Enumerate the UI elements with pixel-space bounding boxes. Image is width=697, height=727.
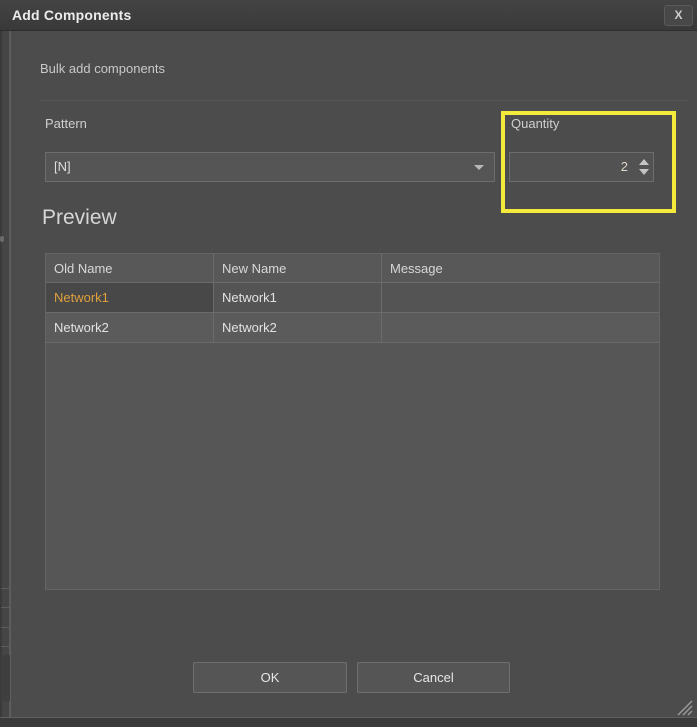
background-divider — [1, 646, 9, 647]
background-divider — [1, 627, 9, 628]
table-row[interactable]: Network2 Network2 — [46, 313, 659, 343]
cell-old-name[interactable]: Network2 — [46, 313, 214, 343]
column-header-new-name[interactable]: New Name — [214, 254, 382, 283]
chevron-down-icon — [474, 165, 484, 170]
spin-up-button[interactable] — [639, 159, 649, 165]
background-label-fragment — [0, 236, 4, 242]
column-header-message[interactable]: Message — [382, 254, 659, 283]
quantity-value: 2 — [510, 153, 635, 181]
window-bottom-edge — [0, 717, 697, 727]
pattern-label: Pattern — [45, 116, 87, 131]
dialog-title: Add Components — [12, 0, 131, 31]
cell-new-name[interactable]: Network1 — [214, 283, 382, 313]
close-icon: X — [674, 8, 682, 22]
pattern-dropdown-value: [N] — [54, 159, 71, 174]
cell-message[interactable] — [382, 313, 659, 343]
background-window-border — [0, 31, 2, 727]
preview-heading: Preview — [42, 206, 117, 230]
pattern-dropdown[interactable]: [N] — [45, 152, 495, 182]
dialog-subtitle: Bulk add components — [40, 61, 165, 76]
quantity-stepper[interactable]: 2 — [509, 152, 654, 182]
cell-message[interactable] — [382, 283, 659, 313]
table-header-row: Old Name New Name Message — [46, 254, 659, 283]
background-panel-fragment — [1, 655, 10, 701]
cell-old-name-selected[interactable]: Network1 — [46, 283, 214, 313]
preview-table: Old Name New Name Message Network1 Netwo… — [45, 253, 660, 590]
column-header-old-name[interactable]: Old Name — [46, 254, 214, 283]
cell-new-name[interactable]: Network2 — [214, 313, 382, 343]
spin-down-button[interactable] — [639, 169, 649, 175]
table-row[interactable]: Network1 Network1 — [46, 283, 659, 313]
background-divider — [1, 607, 9, 608]
quantity-label: Quantity — [511, 116, 559, 131]
quantity-spin-arrows — [635, 153, 653, 181]
close-button[interactable]: X — [664, 5, 693, 26]
background-divider — [1, 588, 9, 589]
cancel-button[interactable]: Cancel — [357, 662, 510, 693]
resize-grip-icon[interactable] — [670, 698, 694, 716]
background-window-edge — [0, 31, 10, 727]
ok-button[interactable]: OK — [193, 662, 347, 693]
dialog-titlebar[interactable]: Add Components X — [0, 0, 697, 31]
add-components-dialog: Add Components X Bulk add components Pat… — [0, 0, 697, 727]
section-divider — [40, 100, 688, 101]
